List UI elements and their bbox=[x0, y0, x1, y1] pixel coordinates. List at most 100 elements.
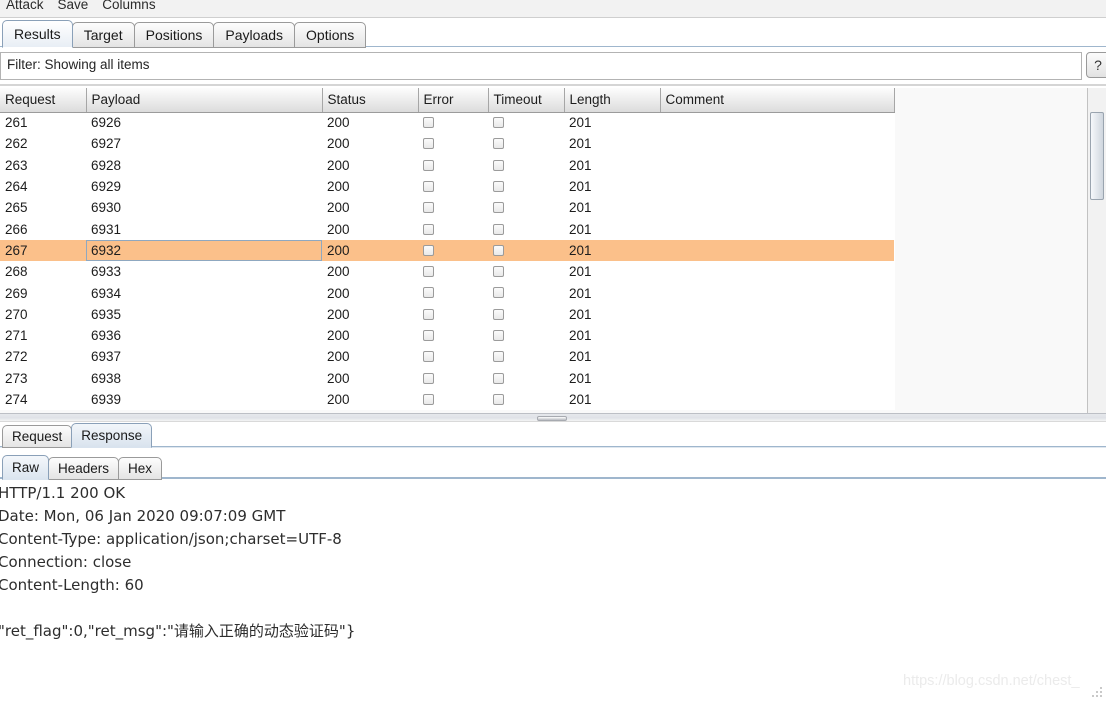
column-header-timeout[interactable]: Timeout bbox=[488, 88, 565, 113]
cell-timeout-checkbox-icon[interactable] bbox=[493, 308, 504, 320]
cell-error-checkbox-icon[interactable] bbox=[423, 351, 434, 363]
cell-error-checkbox-icon[interactable] bbox=[423, 372, 434, 384]
cell-timeout-checkbox-icon[interactable] bbox=[493, 351, 504, 363]
cell-timeout-checkbox-icon[interactable] bbox=[493, 202, 504, 214]
tab-results[interactable]: Results bbox=[2, 20, 73, 48]
cell-length: 201 bbox=[569, 349, 592, 365]
cell-length: 201 bbox=[569, 306, 592, 322]
cell-comment bbox=[660, 176, 894, 197]
table-row[interactable]: 268 6933 200 201 bbox=[0, 261, 894, 282]
tab-target[interactable]: Target bbox=[71, 22, 135, 48]
split-divider[interactable] bbox=[0, 413, 1106, 422]
cell-timeout-checkbox-icon[interactable] bbox=[493, 117, 504, 129]
results-vertical-scrollbar[interactable] bbox=[1087, 88, 1106, 413]
tab-raw[interactable]: Raw bbox=[2, 455, 50, 480]
table-row[interactable]: 271 6936 200 201 bbox=[0, 325, 894, 346]
cell-timeout bbox=[488, 197, 564, 218]
response-body-viewer[interactable]: HTTP/1.1 200 OK Date: Mon, 06 Jan 2020 0… bbox=[0, 482, 1106, 701]
window-resize-grip-icon[interactable] bbox=[1092, 687, 1103, 698]
response-header-line: HTTP/1.1 200 OK bbox=[0, 484, 126, 502]
cell-error-checkbox-icon[interactable] bbox=[423, 393, 434, 405]
menu-item-save[interactable]: Save bbox=[56, 0, 91, 13]
tab-payloads[interactable]: Payloads bbox=[213, 22, 296, 48]
cell-error-checkbox-icon[interactable] bbox=[423, 266, 434, 278]
cell-error bbox=[418, 197, 488, 218]
cell-request: 267 bbox=[0, 239, 86, 262]
cell-error-checkbox-icon[interactable] bbox=[423, 117, 434, 129]
cell-timeout-checkbox-icon[interactable] bbox=[493, 393, 504, 405]
response-blank-line bbox=[0, 597, 1106, 620]
table-row[interactable]: 264 6929 200 201 bbox=[0, 176, 894, 197]
cell-timeout bbox=[488, 346, 564, 367]
cell-error-checkbox-icon[interactable] bbox=[423, 244, 434, 256]
menu-item-attack[interactable]: Attack bbox=[4, 0, 46, 13]
table-row[interactable]: 274 6939 200 201 bbox=[0, 389, 894, 410]
cell-error-checkbox-icon[interactable] bbox=[423, 202, 434, 214]
cell-error-checkbox-icon[interactable] bbox=[423, 159, 434, 171]
column-header-length[interactable]: Length bbox=[564, 88, 661, 113]
cell-timeout-checkbox-icon[interactable] bbox=[493, 287, 504, 299]
cell-request: 269 bbox=[5, 285, 28, 301]
tab-request[interactable]: Request bbox=[2, 425, 73, 448]
cell-error-checkbox-icon[interactable] bbox=[423, 330, 434, 342]
tab-hex[interactable]: Hex bbox=[118, 457, 163, 480]
cell-timeout-checkbox-icon[interactable] bbox=[493, 372, 504, 384]
tab-positions[interactable]: Positions bbox=[133, 22, 215, 48]
cell-error bbox=[418, 133, 488, 154]
table-row[interactable]: 265 6930 200 201 bbox=[0, 197, 894, 218]
cell-payload: 6931 bbox=[91, 221, 122, 237]
cell-request: 271 bbox=[5, 328, 28, 344]
table-row[interactable]: 272 6937 200 201 bbox=[0, 346, 894, 367]
column-header-comment[interactable]: Comment bbox=[660, 88, 895, 113]
cell-timeout-checkbox-icon[interactable] bbox=[493, 223, 504, 235]
tab-options[interactable]: Options bbox=[294, 22, 367, 48]
column-header-request[interactable]: Request bbox=[0, 88, 87, 113]
cell-length: 201 bbox=[569, 221, 592, 237]
tab-response[interactable]: Response bbox=[71, 423, 153, 448]
tab-headers[interactable]: Headers bbox=[48, 457, 120, 480]
cell-request: 268 bbox=[5, 264, 28, 280]
divider-grip-icon[interactable] bbox=[537, 416, 567, 421]
cell-timeout-checkbox-icon[interactable] bbox=[493, 180, 504, 192]
cell-timeout-checkbox-icon[interactable] bbox=[493, 244, 504, 256]
cell-payload: 6937 bbox=[91, 349, 122, 365]
filter-field[interactable]: Filter: Showing all items bbox=[0, 52, 1082, 80]
cell-error-checkbox-icon[interactable] bbox=[423, 287, 434, 299]
table-row[interactable]: 263 6928 200 201 bbox=[0, 155, 894, 176]
table-row[interactable]: 269 6934 200 201 bbox=[0, 282, 894, 303]
table-row[interactable]: 262 6927 200 201 bbox=[0, 133, 894, 154]
column-header-status[interactable]: Status bbox=[322, 88, 419, 113]
scrollbar-thumb[interactable] bbox=[1090, 112, 1104, 200]
cell-error bbox=[418, 389, 488, 410]
cell-length: 201 bbox=[569, 328, 592, 344]
cell-payload: 6932 bbox=[86, 239, 322, 262]
table-row[interactable]: 266 6931 200 201 bbox=[0, 218, 894, 239]
cell-error bbox=[418, 261, 488, 282]
cell-timeout-checkbox-icon[interactable] bbox=[493, 159, 504, 171]
cell-request: 273 bbox=[5, 370, 28, 386]
cell-request: 265 bbox=[5, 200, 28, 216]
cell-error bbox=[418, 155, 488, 176]
table-row[interactable]: 267 6932 200 201 bbox=[0, 239, 894, 262]
cell-length: 201 bbox=[569, 200, 592, 216]
cell-timeout-checkbox-icon[interactable] bbox=[493, 138, 504, 150]
cell-error-checkbox-icon[interactable] bbox=[423, 180, 434, 192]
table-row[interactable]: 261 6926 200 201 bbox=[0, 112, 894, 133]
cell-error-checkbox-icon[interactable] bbox=[423, 308, 434, 320]
cell-comment bbox=[660, 346, 894, 367]
cell-timeout-checkbox-icon[interactable] bbox=[493, 330, 504, 342]
help-icon[interactable]: ? bbox=[1086, 52, 1106, 78]
cell-timeout-checkbox-icon[interactable] bbox=[493, 266, 504, 278]
column-header-error[interactable]: Error bbox=[418, 88, 489, 113]
cell-status: 200 bbox=[327, 136, 350, 152]
cell-error-checkbox-icon[interactable] bbox=[423, 223, 434, 235]
cell-payload: 6938 bbox=[91, 370, 122, 386]
cell-comment bbox=[660, 218, 894, 239]
column-header-payload[interactable]: Payload bbox=[86, 88, 323, 113]
table-row[interactable]: 270 6935 200 201 bbox=[0, 304, 894, 325]
cell-comment bbox=[660, 155, 894, 176]
menu-item-columns[interactable]: Columns bbox=[100, 0, 157, 13]
cell-comment bbox=[660, 197, 894, 218]
cell-error-checkbox-icon[interactable] bbox=[423, 138, 434, 150]
table-row[interactable]: 273 6938 200 201 bbox=[0, 368, 894, 389]
